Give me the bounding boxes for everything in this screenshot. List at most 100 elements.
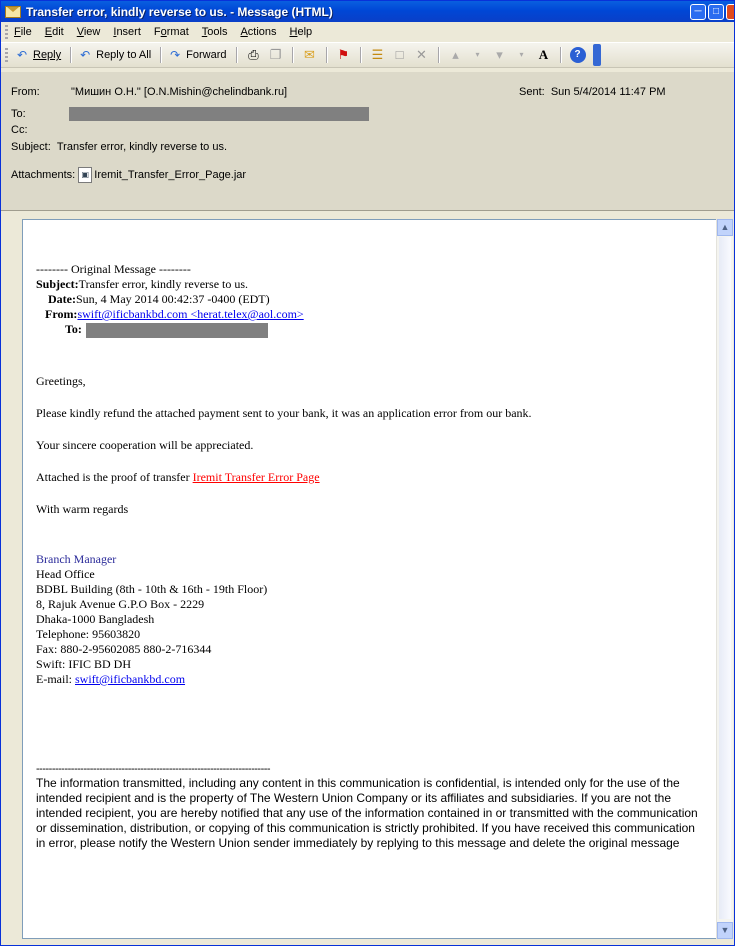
cc-label: Cc: (11, 124, 28, 136)
to-label: To: (11, 107, 26, 120)
menu-edit[interactable]: Edit (45, 26, 64, 38)
flag-icon[interactable]: ⚑ (336, 47, 352, 63)
minimize-button[interactable]: ─ (690, 3, 706, 20)
attachments-row: Attachments: ▣ Iremit_Transfer_Error_Page… (11, 167, 246, 183)
vertical-scrollbar[interactable]: ▲ ▼ (716, 219, 733, 939)
junk-icon[interactable]: □ (392, 47, 408, 63)
toolbar-options-icon[interactable] (592, 44, 601, 66)
maximize-button[interactable]: □ (708, 3, 724, 20)
from-label: From: (11, 86, 40, 98)
orig-to-row: To: (36, 322, 706, 338)
orig-date-label: Date: (48, 292, 76, 306)
envelope-icon (5, 5, 21, 18)
toolbar-grip[interactable] (5, 48, 8, 62)
menu-view[interactable]: View (77, 26, 101, 38)
reply-all-button[interactable]: ↶ Reply to All (77, 47, 151, 63)
from-row: From: "Мишин О.Н." [O.N.Mishin@chelindban… (11, 86, 287, 98)
reply-button[interactable]: ↶ Reply (14, 47, 61, 63)
orig-from-row: From:swift@ificbankbd.com <herat.telex@a… (36, 307, 706, 322)
message-content: -------- Original Message -------- Subje… (36, 262, 706, 850)
print-icon[interactable]: ⎙ (246, 47, 262, 63)
move-to-folder-icon[interactable]: ✉ (302, 47, 318, 63)
orig-to-label: To: (65, 322, 82, 336)
scroll-down-button[interactable]: ▼ (717, 922, 733, 939)
greeting: Greetings, (36, 374, 86, 388)
sent-label: Sent: (519, 86, 545, 98)
toolbar-separator (559, 47, 562, 63)
subject-row: Subject: Transfer error, kindly reverse … (11, 141, 227, 153)
copy-icon[interactable]: ❐ (268, 47, 284, 63)
message-header: From: "Мишин О.Н." [O.N.Mishin@chelindban… (1, 72, 734, 211)
scroll-track[interactable] (719, 237, 731, 919)
proof-prefix: Attached is the proof of transfer (36, 470, 193, 484)
transfer-error-link[interactable]: Iremit Transfer Error Page (193, 470, 320, 484)
window-title: Transfer error, kindly reverse to us. - … (26, 4, 333, 19)
to-row: To: (11, 107, 369, 121)
menu-insert[interactable]: Insert (113, 26, 141, 38)
orig-subject-value: Transfer error, kindly reverse to us. (78, 277, 249, 291)
subject-value: Transfer error, kindly reverse to us. (56, 141, 228, 153)
paragraph-refund: Please kindly refund the attached paymen… (36, 406, 532, 420)
original-message-divider: -------- Original Message -------- (36, 262, 191, 276)
signature-line: BDBL Building (8th - 10th & 16th - 19th … (36, 582, 268, 596)
title-bar[interactable]: Transfer error, kindly reverse to us. - … (1, 1, 734, 22)
reply-all-label: Reply to All (96, 49, 152, 61)
paragraph-cooperation: Your sincere cooperation will be appreci… (36, 438, 254, 452)
closing-regards: With warm regards (36, 502, 129, 516)
reply-label: Reply (33, 49, 62, 61)
forward-button[interactable]: ↷ Forward (167, 47, 226, 63)
toolbar-separator (70, 47, 73, 63)
sent-value: Sun 5/4/2014 11:47 PM (550, 86, 666, 98)
disclaimer-divider: ----------------------------------------… (36, 763, 271, 775)
menu-actions[interactable]: Actions (240, 26, 276, 38)
orig-date-value: Sun, 4 May 2014 00:42:37 -0400 (EDT) (75, 292, 270, 306)
orig-from-label: From: (45, 307, 78, 321)
delete-icon[interactable]: ✕ (414, 47, 430, 63)
previous-dropdown-icon[interactable]: ▾ (470, 47, 486, 63)
signature-block: Branch Manager Head Office BDBL Building… (36, 552, 706, 687)
menu-file[interactable]: File (14, 26, 32, 38)
toolbar-separator (160, 47, 163, 63)
next-dropdown-icon[interactable]: ▾ (514, 47, 530, 63)
orig-subject-row: Subject:Transfer error, kindly reverse t… (36, 277, 706, 292)
signature-line: Fax: 880-2-95602085 880-2-716344 (36, 642, 212, 656)
signature-email-link[interactable]: swift@ificbankbd.com (75, 672, 185, 686)
menu-bar: File Edit View Insert Format Tools Actio… (1, 22, 734, 43)
email-label: E-mail: (36, 672, 75, 686)
forward-label: Forward (186, 49, 227, 61)
subject-label: Subject: (11, 141, 51, 153)
menu-help[interactable]: Help (290, 26, 313, 38)
redacted-to (85, 322, 268, 338)
toolbar-separator (325, 47, 328, 63)
close-button[interactable] (726, 3, 734, 20)
message-body[interactable]: ▲ ▼ -------- Original Message -------- S… (22, 219, 733, 939)
signature-email-row: E-mail: swift@ificbankbd.com (36, 672, 706, 687)
signature-line: 8, Rajuk Avenue G.P.O Box - 2229 (36, 597, 205, 611)
forward-icon: ↷ (170, 48, 181, 62)
signature-line: Head Office (36, 567, 95, 581)
toolbar-separator (235, 47, 238, 63)
signature-line: Swift: IFIC BD DH (36, 657, 132, 671)
attachment-link[interactable]: Iremit_Transfer_Error_Page.jar (94, 169, 246, 181)
font-size-icon[interactable]: A (536, 47, 552, 63)
from-value[interactable]: "Мишин О.Н." [O.N.Mishin@chelindbank.ru] (71, 86, 287, 98)
menu-format[interactable]: Format (154, 26, 189, 38)
orig-date-row: Date:Sun, 4 May 2014 00:42:37 -0400 (EDT… (36, 292, 706, 307)
help-icon[interactable]: ? (569, 47, 586, 63)
categorize-icon[interactable]: ☰ (370, 47, 386, 63)
toolbar-separator (359, 47, 362, 63)
next-item-icon[interactable]: ▾ (492, 47, 508, 63)
sent-row: Sent: Sun 5/4/2014 11:47 PM (519, 86, 666, 98)
orig-subject-label: Subject: (36, 277, 79, 291)
outlook-message-window: Transfer error, kindly reverse to us. - … (0, 0, 735, 946)
paragraph-proof: Attached is the proof of transfer Iremit… (36, 470, 706, 485)
menu-tools[interactable]: Tools (202, 26, 228, 38)
orig-from-link[interactable]: swift@ificbankbd.com <herat.telex@aol.co… (77, 307, 303, 321)
previous-item-icon[interactable]: ▴ (448, 47, 464, 63)
attachments-label: Attachments: (11, 168, 76, 181)
redacted-recipient (69, 107, 369, 121)
toolbar-separator (437, 47, 440, 63)
menu-grip[interactable] (5, 25, 8, 39)
scroll-up-button[interactable]: ▲ (717, 219, 733, 236)
reply-all-icon: ↶ (80, 48, 91, 62)
